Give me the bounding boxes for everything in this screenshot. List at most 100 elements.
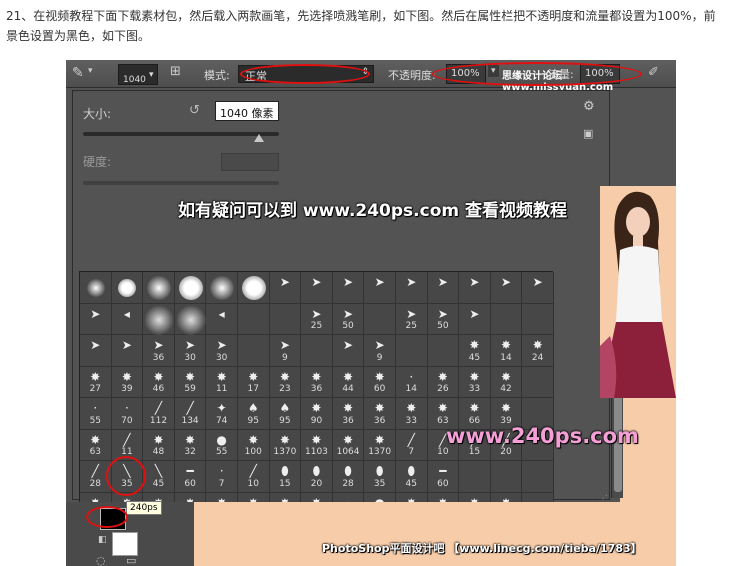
brush-preset-tile[interactable]: ➤ <box>111 335 144 367</box>
brush-preset-tile[interactable]: ➤ <box>522 272 554 304</box>
size-slider[interactable] <box>83 132 279 136</box>
brush-preset-tile[interactable]: ✸ 33 <box>395 398 428 430</box>
brush-preset-tile[interactable]: · 70 <box>111 398 144 430</box>
brush-preset-tile[interactable]: ╱ 112 <box>143 398 175 430</box>
brush-preset-tile[interactable] <box>80 272 112 304</box>
brush-preset-tile[interactable]: ➤ <box>80 303 112 335</box>
brush-preset-tile[interactable]: ➤ <box>332 272 365 304</box>
brush-preset-tile[interactable]: ╱ 10 <box>237 461 270 493</box>
brush-preset-tile[interactable]: ⬮ 28 <box>332 461 365 493</box>
brush-preset-tile[interactable]: ✸ 48 <box>143 429 175 461</box>
reset-size-icon[interactable]: ↺ <box>189 103 200 118</box>
brush-preset-tile[interactable]: ⬮ 45 <box>395 461 428 493</box>
brush-preset-tile[interactable]: ⬮ 20 <box>301 461 333 493</box>
brush-preset-tile[interactable] <box>174 303 207 335</box>
brush-preset-tile[interactable]: ✸ 24 <box>522 335 554 367</box>
brush-preset-tile[interactable]: ➤ <box>301 272 333 304</box>
brush-preset-tile[interactable]: ✸ 39 <box>111 366 144 398</box>
new-preset-icon[interactable]: ▣ <box>583 127 593 140</box>
brush-preset-tile[interactable]: ✸ 32 <box>174 429 207 461</box>
brush-preset-tile[interactable]: ♠ 95 <box>237 398 270 430</box>
brush-preset-tile[interactable] <box>301 335 333 367</box>
brush-preset-tile[interactable]: ✸ 60 <box>364 366 396 398</box>
brush-preset-tile[interactable]: ➤ 9 <box>269 335 302 367</box>
chevron-down-icon[interactable]: ▾ <box>88 66 93 76</box>
brush-preset-tile[interactable]: ✸ 36 <box>301 366 333 398</box>
brush-preset-picker[interactable]: 1040 ▾ <box>118 64 158 85</box>
brush-preset-tile[interactable] <box>237 272 270 304</box>
brush-preset-tile[interactable]: ✸ 59 <box>174 366 207 398</box>
brush-preset-tile[interactable]: ✸ 14 <box>490 335 523 367</box>
brush-preset-tile[interactable]: ✸ 27 <box>80 366 112 398</box>
brush-preset-tile[interactable]: ╱ 7 <box>395 429 428 461</box>
brush-preset-tile[interactable] <box>111 272 144 304</box>
default-colors-icon[interactable]: ◧ <box>98 535 107 545</box>
brush-preset-tile[interactable]: ◂ <box>206 303 238 335</box>
brush-preset-tile[interactable] <box>490 303 523 335</box>
brush-preset-tile[interactable]: · 7 <box>206 461 238 493</box>
brush-preset-tile[interactable]: ✸ 63 <box>80 429 112 461</box>
gear-icon[interactable]: ⚙ <box>583 99 595 114</box>
brush-preset-tile[interactable]: ✸ 23 <box>269 366 302 398</box>
screen-mode-icon[interactable]: ▭ <box>126 554 136 566</box>
brush-preset-tile[interactable]: ➤ <box>80 335 112 367</box>
brush-preset-tile[interactable] <box>237 335 270 367</box>
quick-mask-icon[interactable]: ◌ <box>96 554 106 566</box>
brush-preset-tile[interactable] <box>490 461 523 493</box>
brush-preset-tile[interactable]: ✸ 46 <box>143 366 175 398</box>
brush-preset-tile[interactable]: ✸ 26 <box>427 366 460 398</box>
brush-preset-tile[interactable]: ✸ 33 <box>459 366 491 398</box>
brush-tool-icon[interactable]: ✎ <box>72 65 84 81</box>
brush-preset-tile[interactable]: ➤ 25 <box>395 303 428 335</box>
brush-preset-tile[interactable]: ➤ <box>459 272 491 304</box>
brush-preset-tile[interactable]: ✸ 44 <box>332 366 365 398</box>
brush-preset-tile[interactable] <box>143 272 175 304</box>
brush-preset-tile[interactable]: ◂ <box>111 303 144 335</box>
brush-preset-tile[interactable]: ➤ <box>364 272 396 304</box>
brush-preset-tile[interactable]: ✦ 74 <box>206 398 238 430</box>
brush-preset-tile[interactable]: ✸ 17 <box>237 366 270 398</box>
brush-preset-tile[interactable] <box>427 335 460 367</box>
brush-preset-tile[interactable]: ♠ 95 <box>269 398 302 430</box>
brush-preset-tile[interactable]: ➤ 50 <box>332 303 365 335</box>
brush-preset-tile[interactable]: ➤ 30 <box>174 335 207 367</box>
brush-preset-tile[interactable]: ✸ 36 <box>332 398 365 430</box>
brush-preset-tile[interactable]: ➤ <box>427 272 460 304</box>
brush-preset-tile[interactable]: ➤ <box>395 272 428 304</box>
brush-preset-tile[interactable]: ╲ 45 <box>143 461 175 493</box>
brush-preset-tile[interactable] <box>174 272 207 304</box>
brush-preset-tile[interactable]: ● 55 <box>206 429 238 461</box>
brush-panel-toggle-icon[interactable]: ⊞ <box>170 64 181 79</box>
brush-preset-tile[interactable]: · 55 <box>80 398 112 430</box>
brush-preset-tile[interactable]: ➤ <box>459 303 491 335</box>
brush-preset-tile[interactable]: ✸ 45 <box>459 335 491 367</box>
brush-preset-tile[interactable]: ➤ 9 <box>364 335 396 367</box>
brush-preset-tile[interactable]: ✸1370 <box>364 429 396 461</box>
brush-preset-tile[interactable]: ━ 60 <box>427 461 460 493</box>
brush-preset-tile[interactable]: ━ 60 <box>174 461 207 493</box>
brush-preset-tile[interactable]: ✸ 100 <box>237 429 270 461</box>
size-input[interactable]: 1040 像素 <box>215 101 279 121</box>
brush-preset-tile[interactable]: ✸ 36 <box>364 398 396 430</box>
brush-preset-tile[interactable]: ✸ 42 <box>490 366 523 398</box>
brush-preset-tile[interactable] <box>459 461 491 493</box>
brush-preset-tile[interactable]: ⬮ 35 <box>364 461 396 493</box>
brush-preset-tile[interactable]: ✸ 90 <box>301 398 333 430</box>
airbrush-icon[interactable]: ✐ <box>648 65 659 80</box>
brush-preset-tile[interactable]: ✸1370 <box>269 429 302 461</box>
brush-preset-tile[interactable]: ➤ 30 <box>206 335 238 367</box>
brush-preset-tile[interactable] <box>206 272 238 304</box>
brush-preset-tile[interactable]: ➤ 25 <box>301 303 333 335</box>
size-slider-knob[interactable] <box>254 134 265 142</box>
brush-preset-tile[interactable] <box>237 303 270 335</box>
background-color-swatch[interactable] <box>112 532 138 556</box>
brush-preset-tile[interactable] <box>522 303 554 335</box>
brush-preset-tile[interactable]: ╱ 134 <box>174 398 207 430</box>
brush-preset-tile[interactable] <box>143 303 175 335</box>
brush-preset-tile[interactable] <box>364 303 396 335</box>
brush-preset-tile[interactable]: ✸ 11 <box>206 366 238 398</box>
brush-preset-tile[interactable]: ➤ <box>490 272 523 304</box>
brush-preset-tile[interactable]: ➤ 36 <box>143 335 175 367</box>
brush-preset-tile[interactable] <box>522 366 554 398</box>
brush-preset-tile[interactable] <box>269 303 302 335</box>
